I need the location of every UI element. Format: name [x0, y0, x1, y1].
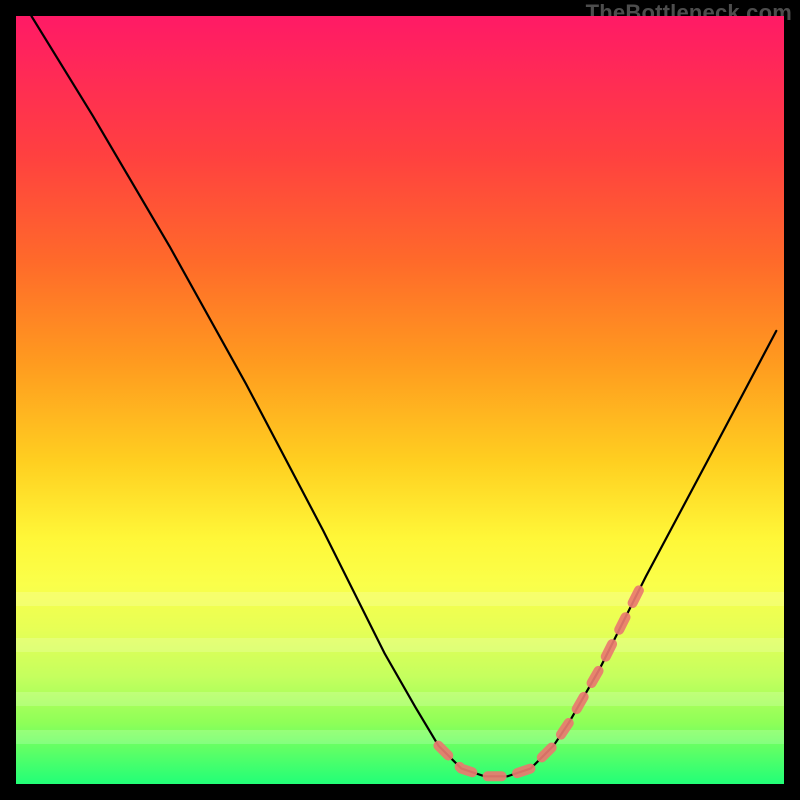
dash-overlay [438, 577, 645, 777]
bottleneck-curve [31, 16, 776, 776]
curve-layer [16, 16, 784, 784]
chart-frame: TheBottleneck.com [0, 0, 800, 800]
plot-area [16, 16, 784, 784]
